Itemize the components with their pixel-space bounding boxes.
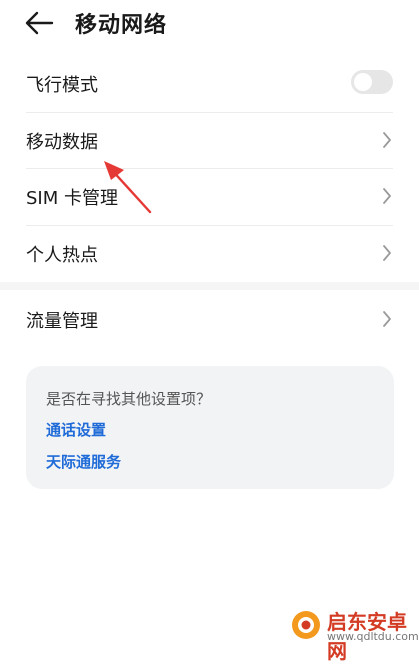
skytone-service-link[interactable]: 天际通服务	[46, 451, 121, 472]
row-personal-hotspot[interactable]: 个人热点	[0, 226, 419, 283]
back-arrow-icon[interactable]	[24, 10, 54, 36]
airplane-mode-label: 飞行模式	[26, 75, 98, 96]
suggestion-card: 是否在寻找其他设置项？ 通话设置 天际通服务	[26, 366, 394, 489]
watermark: 启东安卓网 www.qdltdu.com	[287, 604, 419, 663]
chevron-right-icon	[383, 244, 391, 261]
row-mobile-data[interactable]: 移动数据	[0, 113, 419, 169]
chevron-right-icon	[383, 311, 391, 327]
chevron-right-icon	[383, 131, 391, 148]
watermark-logo-icon	[292, 611, 320, 639]
mobile-data-label: 移动数据	[26, 131, 98, 153]
section-gap	[0, 282, 419, 290]
settings-list-network: 飞行模式 移动数据 SIM 卡管理 个人热点	[0, 56, 419, 282]
row-airplane-mode[interactable]: 飞行模式	[0, 56, 419, 113]
page-title: 移动网络	[75, 13, 168, 38]
row-data-usage[interactable]: 流量管理	[0, 292, 419, 349]
app-bar: 移动网络	[0, 0, 419, 52]
toggle-knob	[354, 73, 372, 91]
settings-list-traffic: 流量管理	[0, 292, 419, 349]
suggestion-question: 是否在寻找其他设置项？	[46, 390, 212, 408]
annotation-arrow-icon	[104, 161, 152, 214]
call-settings-link[interactable]: 通话设置	[46, 419, 106, 440]
personal-hotspot-label: 个人热点	[26, 244, 98, 266]
watermark-url: www.qdltdu.com	[327, 630, 419, 643]
airplane-mode-toggle[interactable]	[351, 70, 393, 94]
chevron-right-icon	[383, 188, 391, 204]
data-usage-label: 流量管理	[26, 311, 98, 332]
row-sim-management[interactable]: SIM 卡管理	[0, 169, 419, 226]
